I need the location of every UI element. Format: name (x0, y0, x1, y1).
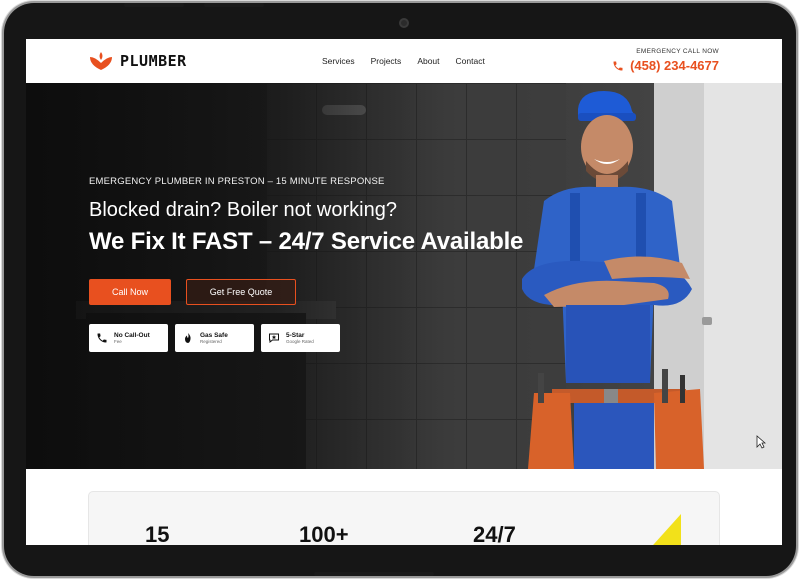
review-icon (269, 333, 279, 344)
hero-section: EMERGENCY PLUMBER IN PRESTON – 15 MINUTE… (26, 83, 782, 469)
site-header: PLUMBER Services Projects About Contact … (26, 39, 782, 83)
nav-projects[interactable]: Projects (371, 56, 402, 66)
stats-card: 15 100+ 24/7 (88, 491, 720, 545)
badge-title: No Call-Out (114, 331, 150, 339)
hero-subheading: Blocked drain? Boiler not working? (89, 199, 397, 221)
plumber-image (522, 91, 704, 469)
stats-section: 15 100+ 24/7 (26, 469, 782, 545)
hardware-button (124, 3, 184, 7)
badge-gas-safe: Gas Safe Registered (175, 324, 254, 352)
hardware-edge (314, 572, 434, 576)
decorative-triangle (653, 514, 681, 545)
badge-subtitle: Fee (114, 338, 122, 344)
hero-overlay (26, 83, 446, 469)
phone-icon (612, 60, 624, 72)
stat-value: 100+ (299, 522, 349, 545)
screen: PLUMBER Services Projects About Contact … (26, 39, 782, 545)
badge-five-star: 5-Star Google Rated (261, 324, 340, 352)
hero-cta-row: Call Now Get Free Quote (89, 279, 296, 305)
logo-text: PLUMBER (120, 52, 187, 70)
phone-icon (97, 333, 107, 343)
flame-icon (185, 333, 191, 343)
nav-services[interactable]: Services (322, 56, 355, 66)
hero-heading: We Fix It FAST – 24/7 Service Available (89, 228, 524, 255)
hero-kicker: EMERGENCY PLUMBER IN PRESTON – 15 MINUTE… (89, 176, 385, 187)
phone-link[interactable]: (458) 234-4677 (612, 58, 719, 73)
emergency-label: EMERGENCY CALL NOW (636, 48, 719, 55)
get-free-quote-button[interactable]: Get Free Quote (186, 279, 296, 305)
stat-value: 24/7 (473, 522, 516, 545)
call-now-button[interactable]: Call Now (89, 279, 171, 305)
trust-badges: No Call-Out Fee Gas Safe Registered 5-St… (89, 324, 340, 352)
logo-flame-icon (90, 52, 112, 70)
nav-contact[interactable]: Contact (456, 56, 485, 66)
badge-title: 5-Star (286, 331, 305, 339)
nav-about[interactable]: About (417, 56, 439, 66)
hardware-button (204, 3, 264, 7)
badge-subtitle: Registered (200, 338, 222, 344)
stat-value: 15 (145, 522, 170, 545)
phone-number: (458) 234-4677 (630, 58, 719, 73)
badge-subtitle: Google Rated (286, 338, 314, 344)
emergency-contact: EMERGENCY CALL NOW (458) 234-4677 (612, 48, 719, 73)
logo[interactable]: PLUMBER (88, 51, 187, 71)
hero-text: EMERGENCY PLUMBER IN PRESTON – 15 MINUTE… (89, 176, 523, 256)
badge-no-callout: No Call-Out Fee (89, 324, 168, 352)
tablet-frame: PLUMBER Services Projects About Contact … (4, 3, 796, 576)
mouse-cursor-icon (756, 435, 766, 449)
badge-title: Gas Safe (200, 331, 228, 339)
main-nav: Services Projects About Contact (322, 56, 485, 66)
camera-icon (399, 18, 409, 28)
